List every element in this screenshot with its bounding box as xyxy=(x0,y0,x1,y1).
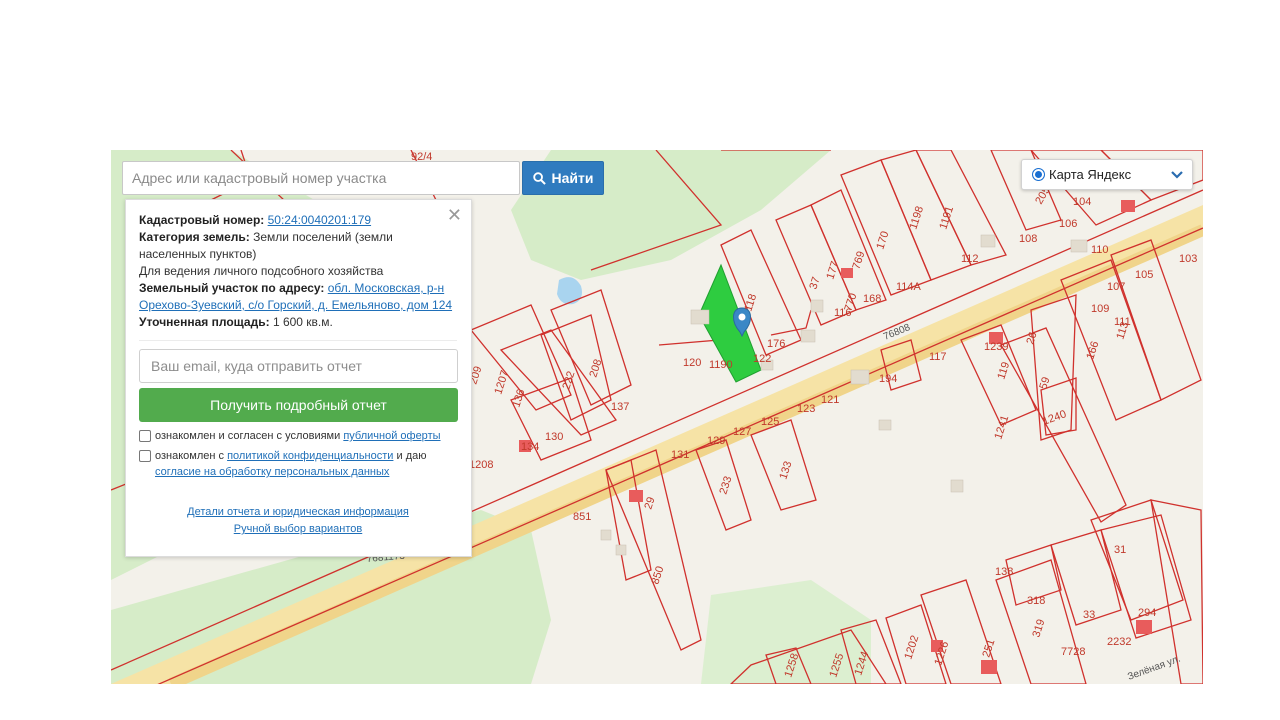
plot-number-label: 769 xyxy=(850,250,867,271)
plot-number-label: 120 xyxy=(683,357,701,369)
land-usage: Для ведения личного подсобного хозяйства xyxy=(139,264,384,278)
plot-number-label: 1203 xyxy=(111,150,135,153)
plot-number-label: 319 xyxy=(1030,618,1047,639)
consent-offer-checkbox[interactable] xyxy=(139,430,151,442)
plot-number-label: 127 xyxy=(733,426,751,438)
category-row: Категория земель: Земли поселений (земли… xyxy=(139,229,457,263)
plot-number-label: 119 xyxy=(995,361,1012,381)
manual-selection-link[interactable]: Ручной выбор вариантов xyxy=(234,523,362,535)
pond xyxy=(557,277,582,305)
plot-number-label: 1207 xyxy=(492,369,511,396)
plot-number-label: 194 xyxy=(879,373,897,385)
plot-number-label: 166 xyxy=(1084,340,1101,361)
plot-number-label: 1190 xyxy=(709,359,733,371)
plot-number-label: 137 xyxy=(611,401,629,413)
plot-number-label: 31 xyxy=(1114,544,1126,556)
email-field[interactable] xyxy=(139,349,458,383)
plot-number-label: 29 xyxy=(642,496,657,511)
map-type-select[interactable]: Карта Яндекс xyxy=(1021,159,1193,190)
plot-number-label: 125 xyxy=(761,416,779,428)
privacy-policy-link[interactable]: политикой конфиденциальности xyxy=(227,450,393,462)
consent-privacy-text: ознакомлен с xyxy=(155,450,225,462)
plot-number-label: 318 xyxy=(1027,595,1045,607)
close-icon[interactable]: ✕ xyxy=(447,206,462,224)
plot-number-label: 109 xyxy=(1091,303,1109,315)
search-icon xyxy=(532,171,546,185)
consent-privacy-checkbox[interactable] xyxy=(139,450,151,462)
personal-data-consent-link[interactable]: согласие на обработку персональных данны… xyxy=(155,466,389,478)
plot-number-label: 112 xyxy=(961,253,979,265)
plot-number-label: 222 xyxy=(560,370,577,391)
search-button-label: Найти xyxy=(551,170,594,186)
plot-number-label: 131 xyxy=(671,449,689,461)
plot-number-label: 1239 xyxy=(984,341,1008,353)
address-label: Земельный участок по адресу: xyxy=(139,281,325,295)
plot-number-label: 177 xyxy=(824,260,841,281)
plot-number-label: 2232 xyxy=(1107,636,1131,648)
plot-number-label: 1240 xyxy=(1041,408,1068,428)
get-report-button[interactable]: Получить подробный отчет xyxy=(139,388,458,422)
radio-selected-icon xyxy=(1032,168,1045,181)
plot-number-label: 7728 xyxy=(1061,646,1085,658)
plot-number-label: 130 xyxy=(545,431,563,443)
chevron-down-icon xyxy=(1171,170,1183,179)
plot-number-label: 138 xyxy=(995,566,1013,578)
consent-offer: ознакомлен и согласен с условиями публич… xyxy=(139,428,457,444)
map-type-label: Карта Яндекс xyxy=(1049,167,1132,182)
plot-info-panel: ✕ Кадастровый номер: 50:24:0040201:179 К… xyxy=(125,199,472,557)
plot-number-label: 106 xyxy=(1059,218,1077,230)
plot-number-label: 168 xyxy=(863,293,881,305)
report-details-link[interactable]: Детали отчета и юридическая информация xyxy=(187,506,409,518)
plot-number-label: 233 xyxy=(717,475,734,496)
consent-privacy-middle: и даю xyxy=(396,450,427,462)
search-input[interactable] xyxy=(122,161,520,195)
plot-number-label: 37 xyxy=(807,276,822,291)
plot-number-label: 134 xyxy=(521,441,539,453)
plot-number-label: 118 xyxy=(742,293,759,313)
plot-number-label: 117 xyxy=(929,351,947,363)
area-label: Уточненная площадь: xyxy=(139,315,270,329)
street-label: Зелёная ул. xyxy=(1126,654,1182,683)
plot-number-label: 26 xyxy=(1024,331,1039,346)
plot-number-label: 33 xyxy=(1083,609,1095,621)
plot-number-label: 121 xyxy=(821,394,839,406)
plot-number-label: 103 xyxy=(1179,253,1197,265)
plot-number-label: 116 xyxy=(834,307,852,319)
plot-number-label: 129 xyxy=(707,435,725,447)
plot-number-label: 176 xyxy=(767,338,785,350)
plot-number-label: 104 xyxy=(1073,196,1091,208)
plot-number-label: 105 xyxy=(1135,269,1153,281)
public-offer-link[interactable]: публичной оферты xyxy=(343,430,440,442)
plot-number-label: 107 xyxy=(1107,281,1125,293)
plot-number-label: 114А xyxy=(896,281,922,293)
plot-number-label: 133 xyxy=(777,460,794,481)
plot-number-label: 294 xyxy=(1138,607,1156,619)
area-value: 1 600 кв.м. xyxy=(272,315,333,329)
plot-number-label: 1202 xyxy=(902,634,921,661)
plot-number-label: 251 xyxy=(980,638,997,659)
plot-number-label: 1208 xyxy=(469,459,493,471)
cadastral-label: Кадастровый номер: xyxy=(139,213,265,227)
plot-number-label: 851 xyxy=(573,511,591,523)
plot-number-label: 136 xyxy=(510,388,527,409)
plot-number-label: 122 xyxy=(753,353,771,365)
category-label: Категория земель: xyxy=(139,230,250,244)
plot-number-label: 59 xyxy=(1037,376,1052,391)
plot-number-label: 123 xyxy=(797,403,815,415)
search-button[interactable]: Найти xyxy=(522,161,604,195)
plot-number-label: 170 xyxy=(874,230,891,251)
plot-number-label: 110 xyxy=(1091,244,1109,256)
plot-number-label: 850 xyxy=(649,565,666,586)
cadastral-number-link[interactable]: 50:24:0040201:179 xyxy=(268,213,371,227)
plot-number-label: 208 xyxy=(587,358,604,379)
consent-privacy: ознакомлен с политикой конфиденциальност… xyxy=(139,448,457,480)
consent-offer-text: ознакомлен и согласен с условиями xyxy=(155,430,341,442)
plot-number-label: 1198 xyxy=(907,205,926,231)
plot-number-label: 1241 xyxy=(992,414,1011,441)
plot-number-label: 108 xyxy=(1019,233,1037,245)
